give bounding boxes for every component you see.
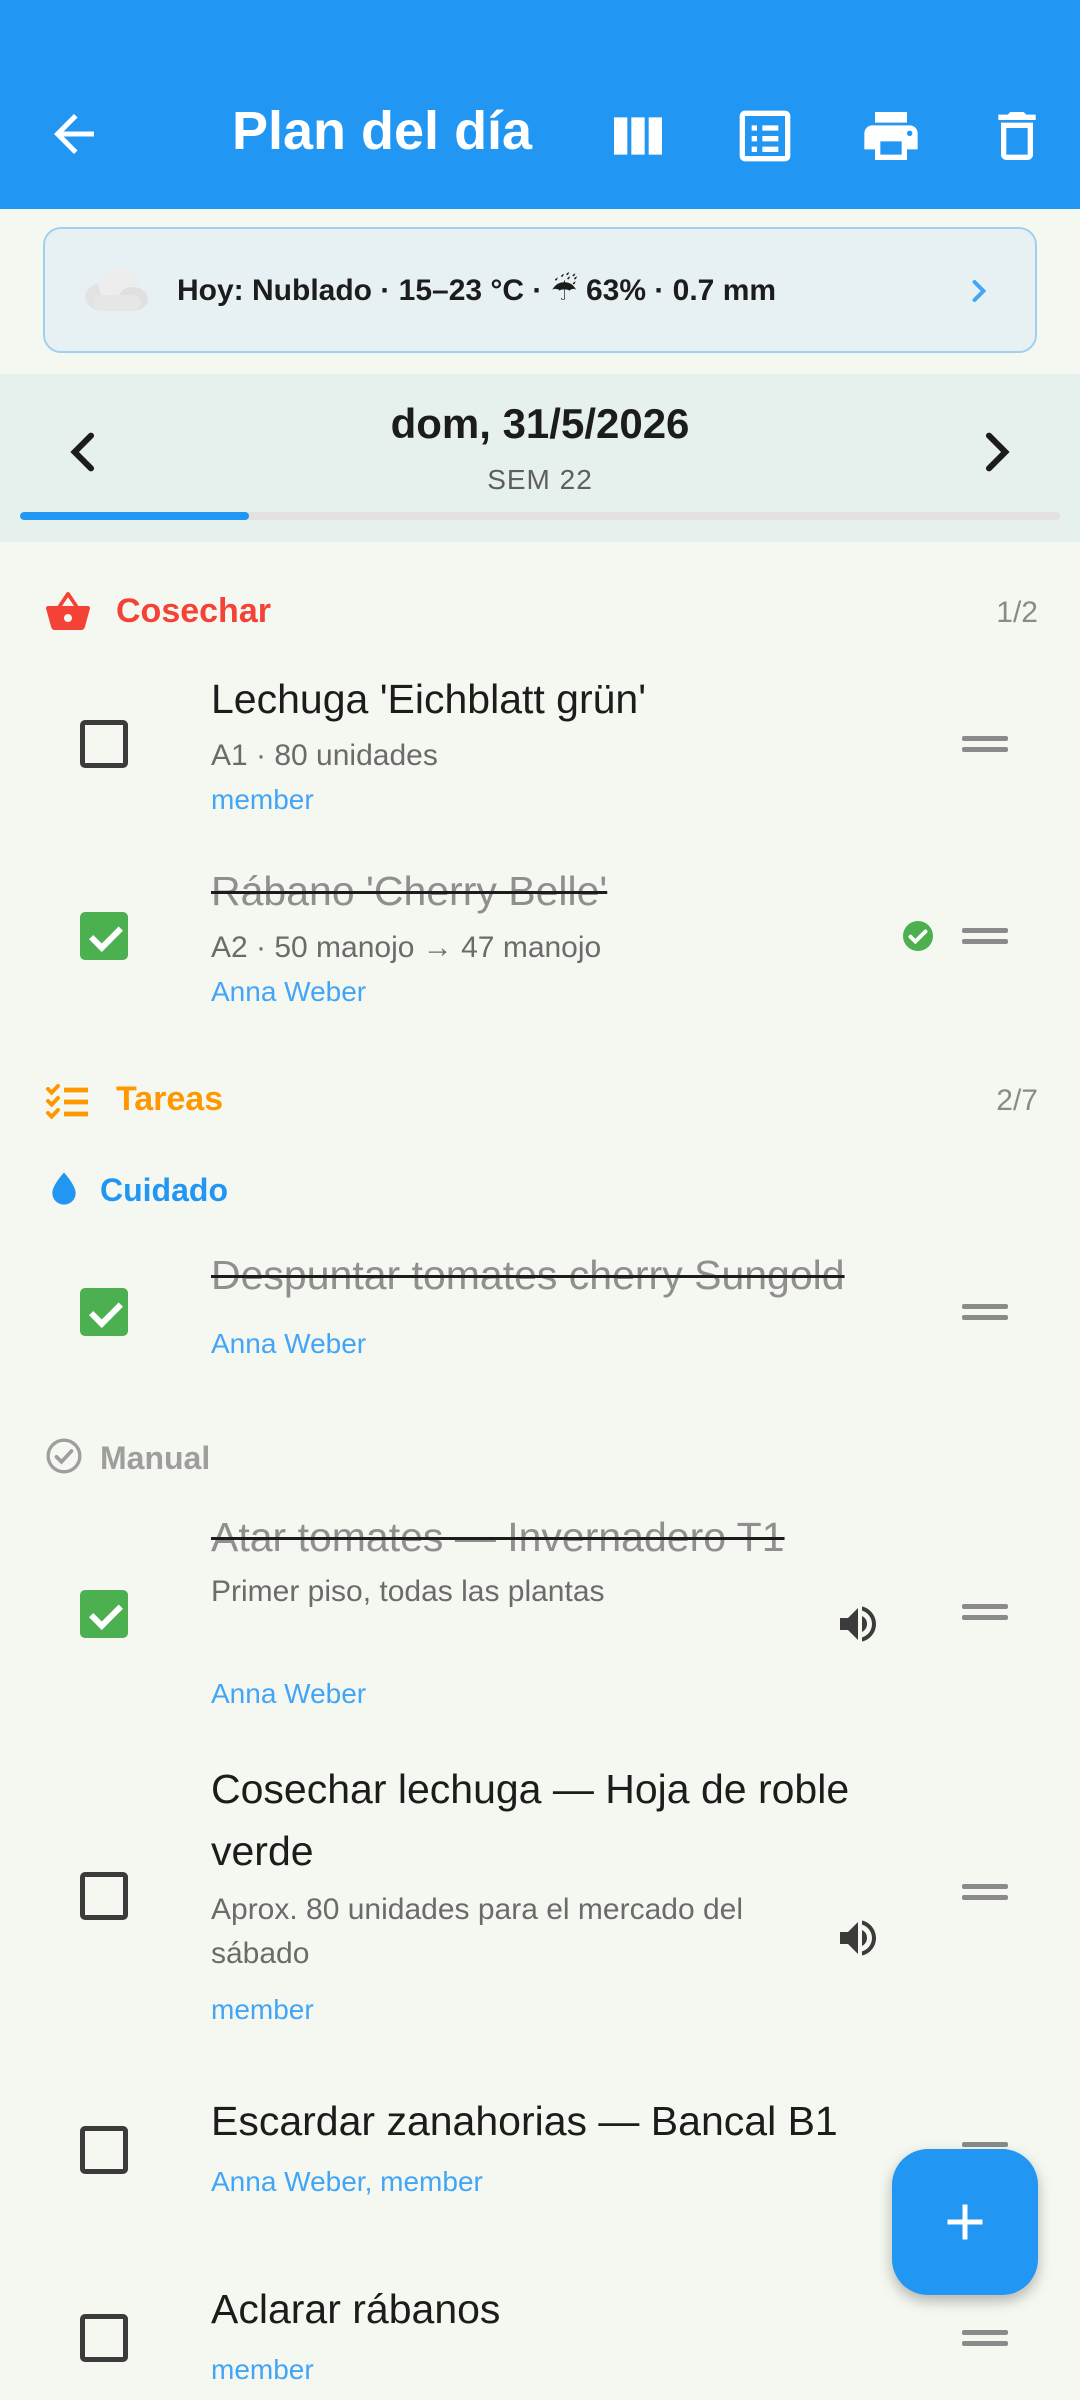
checkbox[interactable]: [80, 2126, 128, 2174]
list-item[interactable]: Rábano 'Cherry Belle' A2 · 50 manojo → 4…: [0, 852, 1080, 1032]
delete-icon[interactable]: [985, 104, 1049, 168]
back-arrow-icon[interactable]: [44, 104, 104, 164]
print-icon[interactable]: [859, 104, 923, 168]
subsection-care-label: Cuidado: [100, 1172, 228, 1208]
item-title: Despuntar tomates cherry Sungold: [211, 1252, 845, 1298]
list-item[interactable]: Atar tomates — Invernadero T1 Primer pis…: [0, 1506, 1080, 1716]
item-assignee[interactable]: member: [211, 2354, 314, 2386]
drag-handle-icon[interactable]: [962, 1884, 1008, 1900]
checkbox[interactable]: [80, 720, 128, 768]
next-day-icon[interactable]: [968, 424, 1024, 480]
list-item[interactable]: Lechuga 'Eichblatt grün' A1 · 80 unidade…: [0, 660, 1080, 840]
subsection-manual: Manual: [44, 1436, 444, 1480]
item-title: Atar tomates — Invernadero T1: [211, 1514, 785, 1560]
drag-handle-icon[interactable]: [962, 736, 1008, 752]
section-tasks: Tareas: [44, 1074, 444, 1124]
add-task-button[interactable]: [892, 2149, 1038, 2295]
list-item[interactable]: Aclarar rábanos member: [0, 2278, 1080, 2400]
item-assignee[interactable]: member: [211, 1994, 314, 2026]
app-bar: Plan del día: [0, 0, 1080, 209]
checkbox[interactable]: [80, 912, 128, 960]
drag-handle-icon[interactable]: [962, 1604, 1008, 1620]
checklist-icon: [44, 1076, 92, 1124]
item-assignee[interactable]: Anna Weber: [211, 1328, 366, 1360]
item-assignee[interactable]: Anna Weber: [211, 976, 366, 1008]
week-number: SEM 22: [487, 464, 593, 495]
drag-handle-icon[interactable]: [962, 928, 1008, 944]
list-view-icon[interactable]: [733, 104, 797, 168]
item-assignee[interactable]: Anna Weber: [211, 1678, 366, 1710]
checkbox[interactable]: [80, 1590, 128, 1638]
day-progress-fill: [20, 512, 249, 520]
water-drop-icon: [44, 1168, 84, 1208]
speaker-icon[interactable]: [834, 1600, 882, 1648]
drag-handle-icon[interactable]: [962, 2330, 1008, 2346]
cloud-icon: [79, 259, 151, 319]
check-circle-outline-icon: [44, 1436, 84, 1476]
page-title: Plan del día: [232, 101, 533, 161]
item-assignee[interactable]: Anna Weber, member: [211, 2166, 483, 2198]
chevron-right-icon: [961, 273, 997, 309]
item-subtitle: Aprox. 80 unidades para el mercado del: [211, 1893, 744, 1926]
item-subtitle: A2 · 50 manojo → 47 manojo: [211, 931, 602, 964]
speaker-icon[interactable]: [834, 1914, 882, 1962]
subsection-manual-label: Manual: [100, 1440, 211, 1476]
item-title: Lechuga 'Eichblatt grün': [211, 676, 647, 722]
day-progress-bar: [20, 512, 1060, 520]
checkbox[interactable]: [80, 2314, 128, 2362]
item-title: Aclarar rábanos: [211, 2286, 501, 2332]
item-title: Rábano 'Cherry Belle': [211, 868, 608, 914]
item-subtitle: A1 · 80 unidades: [211, 739, 438, 772]
drag-handle-icon[interactable]: [962, 1304, 1008, 1320]
item-subtitle-continued: sábado: [211, 1937, 310, 1970]
item-title-continued: verde: [211, 1828, 314, 1874]
subsection-care: Cuidado: [44, 1168, 444, 1212]
item-assignee[interactable]: member: [211, 784, 314, 816]
item-subtitle: Primer piso, todas las plantas: [211, 1575, 605, 1608]
checkbox[interactable]: [80, 1872, 128, 1920]
basket-icon: [44, 588, 92, 636]
section-tasks-count: 2/7: [996, 1084, 1038, 1117]
list-item[interactable]: Despuntar tomates cherry Sungold Anna We…: [0, 1240, 1080, 1370]
section-harvest-label: Cosechar: [116, 592, 271, 630]
plus-icon: [947, 2204, 983, 2240]
date-navigator: dom, 31/5/2026 SEM 22: [0, 374, 1080, 542]
weather-summary: Hoy: Nublado · 15–23 °C · ☔ 63% · 0.7 mm: [177, 274, 777, 307]
weather-card[interactable]: Hoy: Nublado · 15–23 °C · ☔ 63% · 0.7 mm: [43, 227, 1037, 353]
checkbox[interactable]: [80, 1288, 128, 1336]
current-date: dom, 31/5/2026: [390, 400, 690, 447]
section-tasks-label: Tareas: [116, 1080, 224, 1118]
list-item[interactable]: Cosechar lechuga — Hoja de roble verde A…: [0, 1758, 1080, 2038]
section-harvest: Cosechar: [44, 586, 444, 636]
section-harvest-count: 1/2: [996, 596, 1038, 629]
view-columns-icon[interactable]: [606, 104, 670, 168]
item-title: Cosechar lechuga — Hoja de roble: [211, 1766, 850, 1812]
item-title: Escardar zanahorias — Bancal B1: [211, 2098, 838, 2144]
check-circle-icon: [900, 918, 936, 954]
